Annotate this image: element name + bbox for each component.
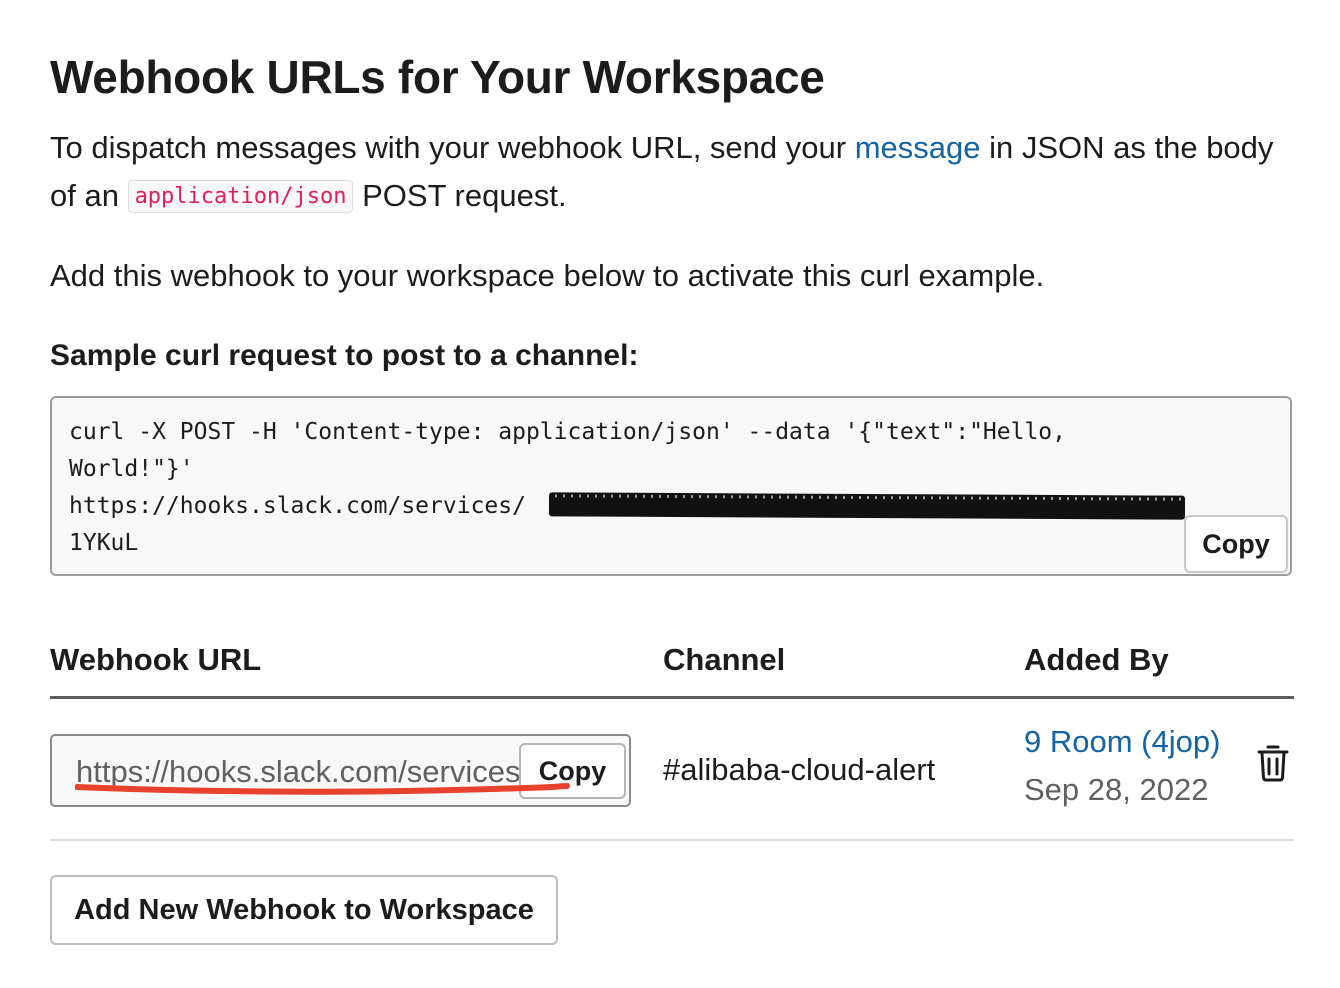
- content-type-code: application/json: [127, 180, 354, 213]
- intro-text: To dispatch messages with your webhook U…: [50, 124, 1290, 221]
- channel-name: #alibaba-cloud-alert: [663, 752, 936, 787]
- code-line-3: https://hooks.slack.com/services/: [69, 493, 526, 519]
- code-line-1: curl -X POST -H 'Content-type: applicati…: [69, 419, 1066, 445]
- page-title: Webhook URLs for Your Workspace: [50, 51, 825, 103]
- curl-code-text: curl -X POST -H 'Content-type: applicati…: [69, 414, 1219, 562]
- table-header-divider: [50, 696, 1294, 699]
- column-header-added-by: Added By: [1024, 642, 1169, 677]
- code-line-4: 1YKuL: [69, 530, 139, 556]
- webhook-url-input[interactable]: [76, 748, 522, 796]
- added-date: Sep 28, 2022: [1024, 772, 1209, 807]
- redacted-token-scribble: [548, 492, 1186, 520]
- copy-curl-button[interactable]: Copy: [1184, 515, 1288, 573]
- sample-curl-heading: Sample curl request to post to a channel…: [50, 339, 639, 372]
- copy-webhook-url-button[interactable]: Copy: [519, 743, 626, 799]
- webhook-url-field: Copy: [50, 734, 631, 807]
- added-by-user-link[interactable]: 9 Room (4jop): [1024, 722, 1220, 762]
- add-new-webhook-button[interactable]: Add New Webhook to Workspace: [50, 875, 558, 945]
- intro-text-start: To dispatch messages with your webhook U…: [50, 130, 855, 165]
- activate-instruction: Add this webhook to your workspace below…: [50, 258, 1045, 293]
- table-row-divider: [50, 839, 1294, 841]
- column-header-webhook-url: Webhook URL: [50, 642, 262, 677]
- code-line-2: World!"}': [69, 456, 194, 482]
- trash-icon[interactable]: [1256, 744, 1290, 782]
- intro-text-end: POST request.: [353, 178, 567, 213]
- column-header-channel: Channel: [663, 642, 786, 677]
- message-link[interactable]: message: [855, 130, 981, 165]
- curl-code-block: curl -X POST -H 'Content-type: applicati…: [50, 396, 1292, 576]
